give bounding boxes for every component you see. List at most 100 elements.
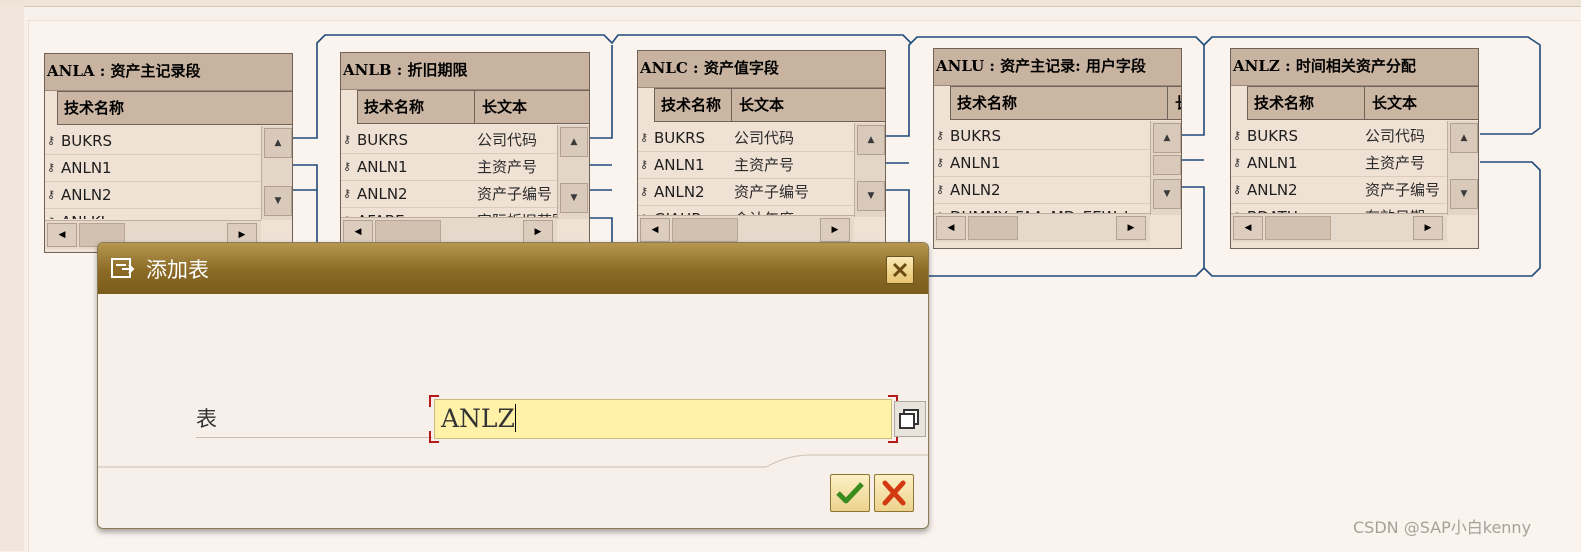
vertical-scrollbar[interactable]: ▲ ▼ (1447, 121, 1478, 215)
scroll-up-button[interactable]: ▲ (1153, 123, 1181, 153)
scroll-thumb[interactable] (375, 220, 441, 244)
field-description: 资产子编号 (477, 185, 553, 203)
scroll-thumb[interactable] (672, 218, 738, 242)
dialog-separator (98, 454, 928, 468)
key-icon: ⚷ (47, 134, 56, 147)
vertical-scrollbar[interactable]: ▲ ▼ (557, 125, 589, 219)
field-name: BUKRS (357, 131, 409, 149)
table-name-input[interactable]: ANLZ (434, 399, 892, 439)
field-name: BUKRS (61, 132, 113, 150)
field-name: ANLN2 (61, 186, 112, 204)
close-button[interactable] (886, 256, 914, 284)
text-caret (514, 404, 516, 432)
table-row[interactable]: ⚷ ANLN1 主资产号 (1231, 150, 1447, 176)
field-name: ANLN1 (1247, 154, 1298, 172)
key-icon: ⚷ (1233, 129, 1242, 142)
field-name: ANLN1 (950, 154, 1001, 172)
dialog-title-bar[interactable]: 添加表 (98, 243, 928, 294)
field-description: 公司代码 (734, 129, 795, 147)
table-row[interactable]: ⚷ BUKRS 公司代码 (1231, 123, 1447, 149)
table-row[interactable]: ⚷ ANLN2 资产子编号 (638, 179, 854, 205)
table-row[interactable]: ⚷ ANLN2 资产子编号 (1231, 177, 1447, 203)
ok-button[interactable] (830, 474, 870, 512)
table-row[interactable]: ⚷ BUKRS 公司代码 (341, 127, 557, 153)
scroll-thumb[interactable] (1265, 216, 1331, 240)
vertical-scrollbar[interactable]: ▲ ▼ (261, 126, 292, 220)
scroll-up-button[interactable]: ▲ (857, 125, 885, 155)
close-icon (892, 262, 908, 278)
key-icon: ⚷ (343, 133, 352, 146)
key-icon: ⚷ (640, 158, 649, 171)
vertical-scrollbar[interactable]: ▲ ▼ (1150, 121, 1181, 215)
field-name: ANLN2 (654, 183, 705, 201)
key-icon: ⚷ (1233, 156, 1242, 169)
column-header-tech-name[interactable]: 技术名称 (951, 87, 1017, 119)
scroll-left-button[interactable]: ◀ (47, 223, 77, 247)
table-row[interactable]: ⚷ANLKL (45, 209, 261, 219)
value-help-icon (899, 409, 919, 429)
scroll-right-button[interactable]: ▶ (1413, 216, 1443, 240)
table-row[interactable]: ⚷ ANLN2 资产子编号 (341, 181, 557, 207)
table-row[interactable]: ⚷ ANLN2 (934, 177, 1150, 203)
table-card-anlu[interactable]: ANLU : 资产主记录: 用户字段 技术名称 长 ⚷BUKRS ⚷ANLN1 … (933, 48, 1182, 249)
key-icon: ⚷ (47, 161, 56, 174)
table-row[interactable]: ⚷ ANLN2 (45, 182, 261, 208)
table-title: ANLZ : 时间相关资产分配 (1231, 49, 1478, 86)
column-header-long-text[interactable]: 长 (1169, 87, 1181, 119)
column-header-long-text[interactable]: 长文本 (1366, 87, 1417, 119)
table-row[interactable]: ⚷ BUKRS (934, 123, 1150, 149)
column-header-long-text[interactable]: 长文本 (476, 91, 527, 123)
table-title: ANLU : 资产主记录: 用户字段 (934, 49, 1181, 86)
field-description: 公司代码 (477, 131, 538, 149)
scroll-right-button[interactable]: ▶ (523, 220, 553, 244)
field-name: ANLKL (61, 209, 109, 219)
field-description: 主资产号 (477, 158, 538, 176)
column-header-tech-name[interactable]: 技术名称 (1248, 87, 1314, 119)
table-row[interactable]: ⚷ ANLN1 主资产号 (638, 152, 854, 178)
table-card-anlc[interactable]: ANLC : 资产值字段 技术名称 长文本 ⚷ BUKRS 公司代码 ⚷ ANLN1 主… (637, 50, 886, 250)
scroll-left-button[interactable]: ◀ (1233, 216, 1263, 240)
horizontal-scrollbar[interactable]: ◀ ▶ (638, 215, 854, 244)
checkmark-icon (836, 482, 864, 504)
scroll-down-button[interactable]: ▼ (857, 181, 885, 211)
watermark-text: CSDN @SAP小白kenny (1353, 518, 1532, 537)
key-icon: ⚷ (47, 209, 59, 219)
field-name: ANLN1 (654, 156, 705, 174)
scroll-thumb[interactable] (968, 216, 1018, 240)
table-title: ANLC : 资产值字段 (638, 51, 885, 88)
scroll-down-button[interactable]: ▼ (560, 183, 588, 213)
table-row[interactable]: ⚷ ANLN1 (934, 150, 1150, 176)
table-card-anlb[interactable]: ANLB : 折旧期限 技术名称 长文本 ⚷ BUKRS 公司代码 ⚷ ANLN1 主资… (340, 52, 590, 252)
column-header-tech-name[interactable]: 技术名称 (58, 92, 124, 124)
scroll-middle-button[interactable] (1153, 155, 1181, 175)
scroll-left-button[interactable]: ◀ (343, 220, 373, 244)
add-table-dialog: 添加表 表 ANLZ (97, 242, 929, 529)
scroll-left-button[interactable]: ◀ (936, 216, 966, 240)
column-header-tech-name[interactable]: 技术名称 (358, 91, 424, 123)
column-header-tech-name[interactable]: 技术名称 (655, 89, 731, 121)
scroll-up-button[interactable]: ▲ (1450, 123, 1478, 153)
cancel-button[interactable] (874, 474, 914, 512)
scroll-down-button[interactable]: ▼ (1450, 179, 1478, 209)
key-icon: ⚷ (343, 160, 352, 173)
horizontal-scrollbar[interactable]: ◀ ▶ (934, 213, 1150, 242)
scroll-right-button[interactable]: ▶ (1116, 216, 1146, 240)
scroll-up-button[interactable]: ▲ (560, 127, 588, 157)
table-card-anla[interactable]: ANLA : 资产主记录段 技术名称 ⚷ BUKRS ⚷ ANLN1 ⚷ ANLN2 … (44, 53, 293, 253)
scroll-down-button[interactable]: ▼ (264, 186, 292, 216)
key-icon: ⚷ (47, 188, 56, 201)
table-row[interactable]: ⚷ BUKRS (45, 128, 261, 154)
table-card-anlz[interactable]: ANLZ : 时间相关资产分配 技术名称 长文本 ⚷ BUKRS 公司代码 ⚷ ANL… (1230, 48, 1479, 249)
horizontal-scrollbar[interactable]: ◀ ▶ (1231, 213, 1447, 242)
scroll-down-button[interactable]: ▼ (1153, 179, 1181, 209)
table-row[interactable]: ⚷ ANLN1 (45, 155, 261, 181)
column-header-long-text[interactable]: 长文本 (733, 89, 784, 121)
value-help-button[interactable] (894, 401, 926, 437)
table-row[interactable]: ⚷ ANLN1 主资产号 (341, 154, 557, 180)
vertical-scrollbar[interactable]: ▲ ▼ (854, 123, 885, 217)
scroll-up-button[interactable]: ▲ (264, 128, 292, 158)
scroll-left-button[interactable]: ◀ (640, 218, 670, 242)
scroll-right-button[interactable]: ▶ (820, 218, 850, 242)
table-row[interactable]: ⚷ BUKRS 公司代码 (638, 125, 854, 151)
field-description: 资产子编号 (1365, 181, 1441, 199)
